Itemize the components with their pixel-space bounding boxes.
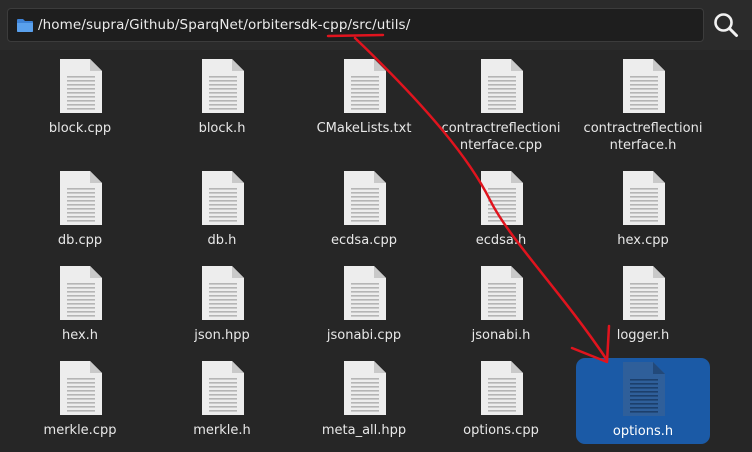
document-icon [60, 361, 102, 415]
document-icon [60, 266, 102, 320]
file-name: block.h [198, 121, 246, 136]
document-icon [623, 171, 665, 225]
file-item[interactable]: CMakeLists.txt [297, 58, 431, 137]
file-name: meta_all.hpp [321, 423, 407, 438]
document-icon [481, 59, 523, 113]
file-name: ecdsa.cpp [331, 233, 397, 248]
document-icon [623, 362, 665, 416]
document-icon [202, 59, 244, 113]
file-item[interactable]: block.h [155, 58, 289, 137]
file-item[interactable]: options.cpp [434, 360, 568, 439]
file-name: options.h [612, 424, 674, 439]
file-item[interactable]: contractreflectioninterface.cpp [434, 58, 568, 154]
file-name: options.cpp [463, 423, 539, 438]
file-name: json.hpp [194, 328, 250, 343]
file-name: merkle.h [193, 423, 251, 438]
file-item[interactable]: options.h [576, 358, 710, 444]
folder-icon [17, 19, 33, 32]
file-item[interactable]: jsonabi.cpp [297, 265, 431, 344]
file-name: block.cpp [48, 121, 112, 136]
file-name: logger.h [616, 328, 670, 343]
document-icon [202, 266, 244, 320]
document-icon [344, 59, 386, 113]
file-name: hex.h [61, 328, 99, 343]
file-name: merkle.cpp [43, 423, 117, 438]
file-item[interactable]: hex.cpp [576, 170, 710, 249]
file-item[interactable]: logger.h [576, 265, 710, 344]
document-icon [60, 59, 102, 113]
file-name: contractreflectioninterface.cpp [441, 121, 561, 153]
path-bar[interactable]: /home/supra/Github/SparqNet/orbitersdk-c… [7, 8, 704, 42]
location-toolbar: /home/supra/Github/SparqNet/orbitersdk-c… [0, 0, 752, 50]
file-item[interactable]: merkle.cpp [13, 360, 147, 439]
file-name: contractreflectioninterface.h [583, 121, 703, 153]
file-name: hex.cpp [617, 233, 669, 248]
document-icon [60, 171, 102, 225]
file-item[interactable]: contractreflectioninterface.h [576, 58, 710, 154]
search-icon [714, 13, 738, 37]
file-name: db.h [207, 233, 237, 248]
search-button[interactable] [706, 7, 746, 43]
file-item[interactable]: block.cpp [13, 58, 147, 137]
document-icon [481, 361, 523, 415]
file-item[interactable]: jsonabi.h [434, 265, 568, 344]
file-name: CMakeLists.txt [316, 121, 412, 136]
path-text[interactable]: /home/supra/Github/SparqNet/orbitersdk-c… [38, 17, 410, 33]
file-name: db.cpp [57, 233, 103, 248]
file-item[interactable]: ecdsa.h [434, 170, 568, 249]
document-icon [481, 171, 523, 225]
document-icon [481, 266, 523, 320]
document-icon [344, 361, 386, 415]
document-icon [202, 171, 244, 225]
file-item[interactable]: json.hpp [155, 265, 289, 344]
file-item[interactable]: meta_all.hpp [297, 360, 431, 439]
file-item[interactable]: db.h [155, 170, 289, 249]
document-icon [623, 59, 665, 113]
file-grid: block.cpp block.h CMakeLists.txt contractre… [0, 50, 752, 452]
document-icon [623, 266, 665, 320]
file-item[interactable]: hex.h [13, 265, 147, 344]
document-icon [344, 266, 386, 320]
file-name: jsonabi.h [471, 328, 531, 343]
file-name: jsonabi.cpp [326, 328, 402, 343]
file-item[interactable]: db.cpp [13, 170, 147, 249]
file-item[interactable]: merkle.h [155, 360, 289, 439]
file-item[interactable]: ecdsa.cpp [297, 170, 431, 249]
document-icon [344, 171, 386, 225]
file-name: ecdsa.h [475, 233, 527, 248]
document-icon [202, 361, 244, 415]
